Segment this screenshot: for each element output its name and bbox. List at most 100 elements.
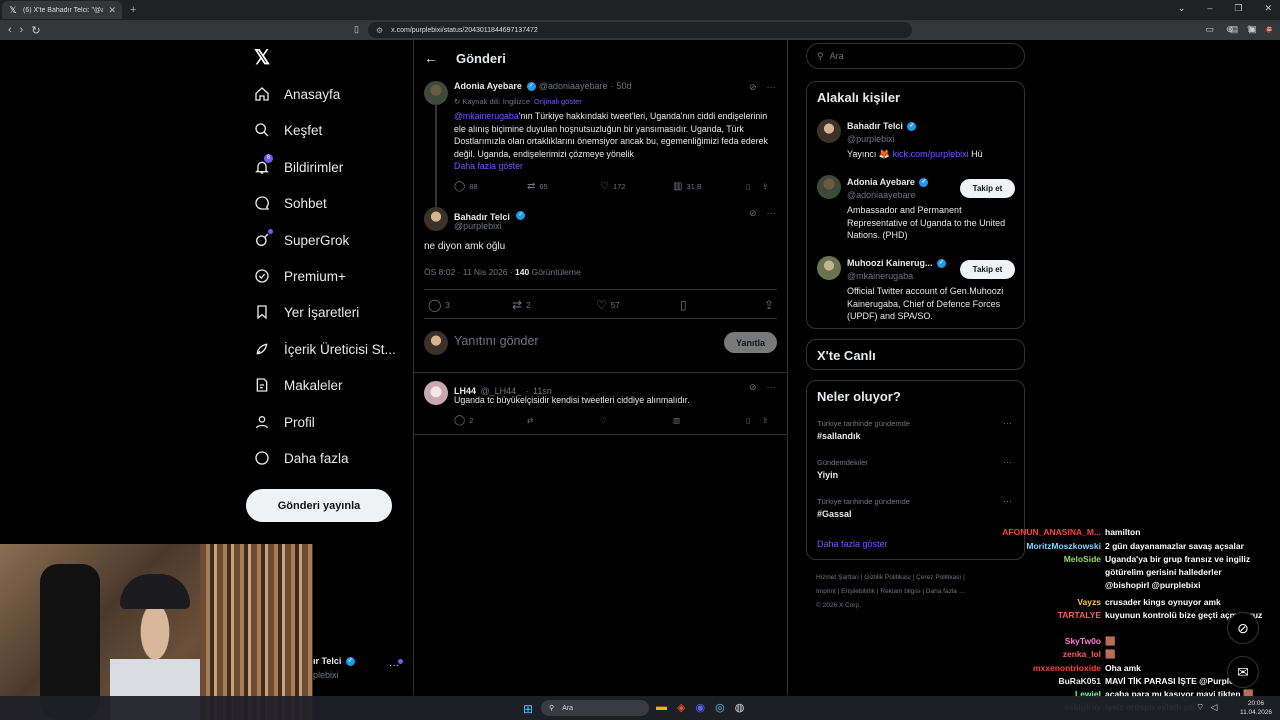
site-info-icon[interactable]: ⚙ — [376, 26, 383, 35]
reply-button[interactable]: Yanıtla — [724, 332, 777, 353]
avatar[interactable] — [817, 256, 841, 280]
back-arrow-icon[interactable]: ← — [424, 50, 438, 66]
more-options-icon[interactable]: ··· — [767, 82, 776, 93]
reply-action[interactable]: ◯ 3 — [428, 298, 512, 312]
sidebar-item-notifications[interactable]: 6 Bildirimler — [254, 154, 343, 175]
reload-icon[interactable]: ↻ — [31, 24, 40, 37]
grok-icon[interactable]: ⊘ — [749, 382, 757, 393]
sidebar-toggle-icon[interactable]: ▤ — [1230, 24, 1239, 35]
windows-start-icon[interactable]: ⊞ — [523, 702, 533, 716]
close-window-icon[interactable]: ✕ — [1264, 3, 1272, 14]
bio-link[interactable]: kick.com/purplebixi — [893, 149, 969, 159]
person-handle[interactable]: @purplebixi — [847, 134, 895, 144]
grok-float-button[interactable]: ⊘ — [1227, 612, 1259, 644]
reply-action[interactable]: ◯ 2 — [454, 415, 527, 426]
sidebar-item-premium[interactable]: Premium+ — [254, 268, 346, 284]
more-options-icon[interactable]: ··· — [1003, 457, 1012, 467]
mention-link[interactable]: @mkainerugaba — [454, 111, 519, 121]
clock[interactable]: 20:06 11.04.2026 — [1240, 699, 1272, 717]
avatar[interactable] — [817, 175, 841, 199]
url-field[interactable]: ⚙ x.com/purplebixi/status/20430118446971… — [368, 22, 912, 38]
share-icon[interactable]: ⇪ — [764, 298, 774, 312]
volume-icon[interactable]: ◁ — [1210, 702, 1217, 713]
show-original-link[interactable]: Orijinali göster — [534, 97, 582, 106]
follow-button[interactable]: Takip et — [960, 179, 1015, 198]
person-name[interactable]: Bahadır Telci ✓ — [847, 121, 917, 132]
share-icon[interactable]: ⇪ — [762, 416, 768, 425]
tab-search-icon[interactable]: ⌄ — [1178, 3, 1186, 14]
heart-icon[interactable]: ♡ — [600, 416, 673, 425]
maximize-icon[interactable]: ❐ — [1234, 3, 1242, 14]
taskbar-search[interactable]: ⚲ Ara — [541, 700, 649, 716]
wallet-icon[interactable]: ▣ — [1248, 24, 1257, 35]
sidebar-item-bookmarks[interactable]: Yer İşaretleri — [254, 304, 359, 320]
brave-icon[interactable]: ◈ — [677, 701, 685, 714]
like-action[interactable]: ♡ 57 — [596, 298, 680, 312]
steam-icon[interactable]: ◎ — [715, 701, 725, 714]
bookmark-page-icon[interactable]: ▯ — [354, 24, 359, 35]
discord-icon[interactable]: ◉ — [695, 701, 705, 714]
tweet-time[interactable]: 50d — [617, 81, 632, 91]
bookmark-icon[interactable]: ▯ — [746, 182, 750, 191]
trend-name[interactable]: #sallandık — [817, 431, 861, 441]
footer-line[interactable]: Hizmet Şartları | Gizlilik Politikası | … — [816, 571, 1026, 585]
obs-icon[interactable]: ◍ — [735, 701, 745, 714]
show-more-link[interactable]: Daha fazla göster — [817, 539, 888, 549]
sidebar-item-articles[interactable]: Makaleler — [254, 377, 343, 393]
forward-icon[interactable]: › — [20, 24, 24, 36]
bookmark-icon[interactable]: ▯ — [680, 298, 764, 312]
avatar[interactable] — [817, 119, 841, 143]
sidebar-item-creator-studio[interactable]: İçerik Üreticisi St... — [254, 341, 396, 357]
minimize-icon[interactable]: – — [1207, 3, 1212, 14]
sidebar-item-profile[interactable]: Profil — [254, 414, 315, 430]
person-name[interactable]: Adonia Ayebare ✓ — [847, 177, 929, 188]
trend-name[interactable]: Yiyin — [817, 470, 838, 480]
x-logo-icon[interactable]: 𝕏 — [254, 48, 274, 68]
views-action[interactable]: ▥ 31 B — [673, 181, 746, 192]
grok-icon[interactable]: ⊘ — [749, 208, 757, 219]
new-tab-button[interactable]: + — [130, 4, 136, 16]
follow-button[interactable]: Takip et — [960, 260, 1015, 279]
network-icon[interactable]: ⌔ — [1196, 702, 1204, 713]
reply-input[interactable]: Yanıtını gönder — [454, 334, 539, 348]
sidebar-item-chat[interactable]: Sohbet — [254, 195, 327, 211]
grok-icon[interactable]: ⊘ — [749, 82, 757, 93]
retweet-icon[interactable]: ⇄ — [527, 416, 600, 425]
reply-action[interactable]: ◯ 88 — [454, 181, 527, 192]
menu-icon[interactable]: ≡ — [1267, 24, 1272, 35]
sidebar-item-more[interactable]: Daha fazla — [254, 450, 349, 466]
close-tab-icon[interactable]: ✕ — [108, 5, 116, 16]
author-handle[interactable]: @adoniaayebare — [539, 81, 608, 91]
avatar[interactable] — [424, 207, 448, 231]
sidebar-item-supergrok[interactable]: SuperGrok — [254, 229, 349, 248]
tweet-timestamp[interactable]: ÖS 8:02 · 11 Nis 2026 · — [424, 267, 515, 277]
more-options-icon[interactable]: ··· — [767, 382, 776, 393]
person-handle[interactable]: @mkainerugaba — [847, 271, 913, 281]
browser-tab[interactable]: 𝕏 (6) X'te Bahadır Telci: "@adonia… ✕ — [2, 1, 122, 19]
person-handle[interactable]: @adoniaayebare — [847, 190, 916, 200]
author-name[interactable]: Adonia Ayebare — [454, 81, 522, 91]
account-handle[interactable]: plebixi — [313, 670, 339, 680]
author-handle[interactable]: @purplebixi — [454, 221, 502, 231]
file-explorer-icon[interactable]: ▬ — [656, 701, 667, 714]
views-icon[interactable]: ▥ — [673, 416, 746, 425]
post-button[interactable]: Gönderi yayınla — [246, 489, 392, 522]
live-panel[interactable]: X'te Canlı — [806, 339, 1025, 370]
back-icon[interactable]: ‹ — [8, 24, 12, 36]
more-options-icon[interactable]: ··· — [767, 208, 776, 219]
trend-name[interactable]: #Gassal — [817, 509, 852, 519]
retweet-action[interactable]: ⇄ 65 — [527, 181, 600, 192]
sidebar-item-home[interactable]: Anasayfa — [254, 86, 340, 102]
avatar[interactable] — [424, 81, 448, 105]
sidebar-item-explore[interactable]: Keşfet — [254, 122, 322, 138]
person-name[interactable]: Muhoozi Kainerug... ✓ — [847, 258, 947, 269]
cast-icon[interactable]: ▭ — [1205, 24, 1214, 35]
bookmark-icon[interactable]: ▯ — [746, 416, 750, 425]
more-options-icon[interactable]: ··· — [1003, 418, 1012, 428]
share-icon[interactable]: ⇪ — [762, 182, 768, 191]
avatar[interactable] — [424, 381, 448, 405]
show-more-link[interactable]: Daha fazla göster — [454, 161, 523, 171]
footer-line[interactable]: Imprint | Erişilebilirlik | Reklam bilgi… — [816, 585, 1026, 599]
like-action[interactable]: ♡ 172 — [600, 181, 673, 192]
retweet-action[interactable]: ⇄ 2 — [512, 298, 596, 312]
